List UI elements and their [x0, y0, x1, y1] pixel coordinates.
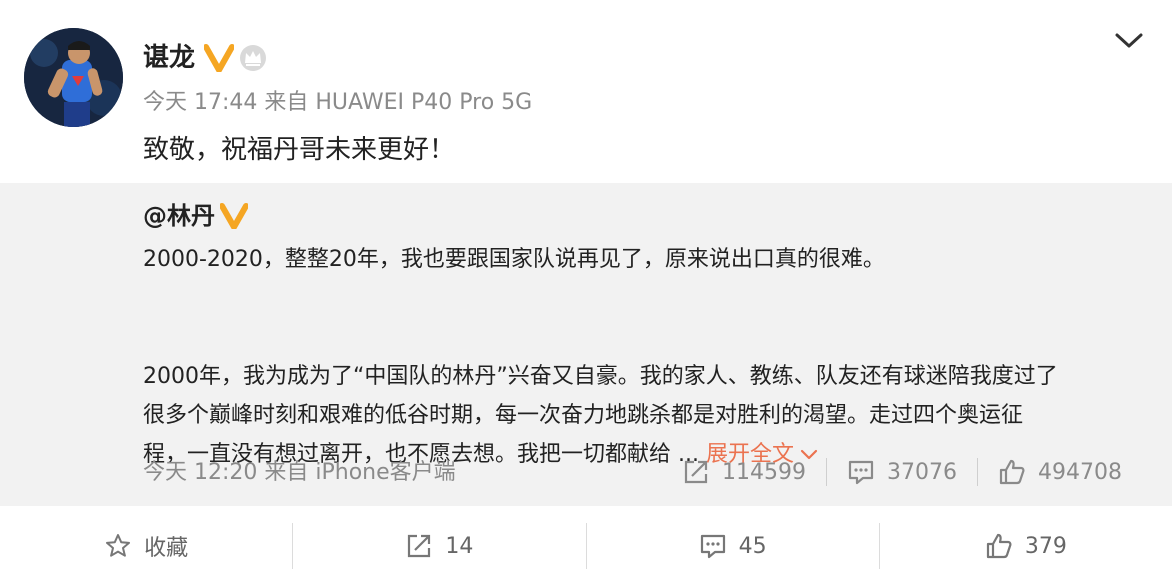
- original-text-line: 2000年，我为成为了“中国队的林丹”兴奋又自豪。我的家人、教练、队友还有球迷陪…: [143, 364, 1058, 389]
- original-like-count: 494708: [1038, 459, 1122, 485]
- thumbs-up-icon: [999, 459, 1025, 485]
- original-comment-button[interactable]: 37076: [827, 458, 977, 486]
- post-text: 致敬，祝福丹哥未来更好！: [143, 135, 456, 165]
- comment-icon: [848, 460, 874, 485]
- post-meta: 今天 17:44 来自 HUAWEI P40 Pro 5G: [143, 90, 533, 115]
- repost-icon: [684, 460, 708, 484]
- like-count: 379: [1024, 533, 1067, 559]
- comment-icon: [700, 534, 725, 559]
- original-like-button[interactable]: 494708: [978, 458, 1142, 486]
- post-author-name[interactable]: 谌龙: [143, 40, 195, 76]
- original-comment-count: 37076: [887, 459, 958, 485]
- repost-card[interactable]: @林丹 2000-2020，整整20年，我也要跟国家队说再见了，原来说出口真的很…: [0, 183, 1172, 506]
- original-post-text: 2000-2020，整整20年，我也要跟国家队说再见了，原来说出口真的很难。 2…: [143, 240, 1143, 474]
- repost-count: 14: [445, 533, 474, 559]
- original-post-meta: 今天 12:20 来自 iPhone客户端: [143, 460, 456, 485]
- star-icon: [106, 534, 131, 557]
- avatar[interactable]: [24, 28, 123, 127]
- favorite-label: 收藏: [144, 536, 189, 561]
- weibo-post: 谌龙 今天 17:44 来自 HUAWEI P40 Pro 5G 致敬，祝福丹哥…: [0, 0, 1172, 580]
- favorite-button[interactable]: 收藏: [0, 518, 292, 574]
- original-repost-button[interactable]: 114599: [662, 458, 826, 486]
- like-button[interactable]: 379: [880, 518, 1172, 574]
- member-crown-icon[interactable]: [239, 44, 267, 72]
- thumbs-up-icon: [986, 533, 1012, 559]
- verified-v-icon: [204, 44, 234, 72]
- chevron-down-icon[interactable]: [1114, 28, 1144, 52]
- original-text-line: 2000-2020，整整20年，我也要跟国家队说再见了，原来说出口真的很难。: [143, 247, 885, 272]
- comment-button[interactable]: 45: [587, 518, 879, 574]
- original-author-name[interactable]: @林丹: [143, 200, 215, 232]
- avatar-image: [24, 28, 123, 127]
- original-repost-count: 114599: [722, 459, 807, 485]
- repost-button[interactable]: 14: [293, 518, 585, 574]
- comment-count: 45: [738, 533, 767, 559]
- original-post-stats: 114599 37076 494708: [662, 454, 1142, 490]
- repost-icon: [408, 534, 431, 558]
- verified-v-icon: [220, 203, 248, 229]
- action-bar: 收藏 14 45 379: [0, 518, 1172, 574]
- original-text-line: 很多个巅峰时刻和艰难的低谷时期，每一次奋力地跳杀都是对胜利的渴望。走过四个奥运征: [143, 403, 1024, 428]
